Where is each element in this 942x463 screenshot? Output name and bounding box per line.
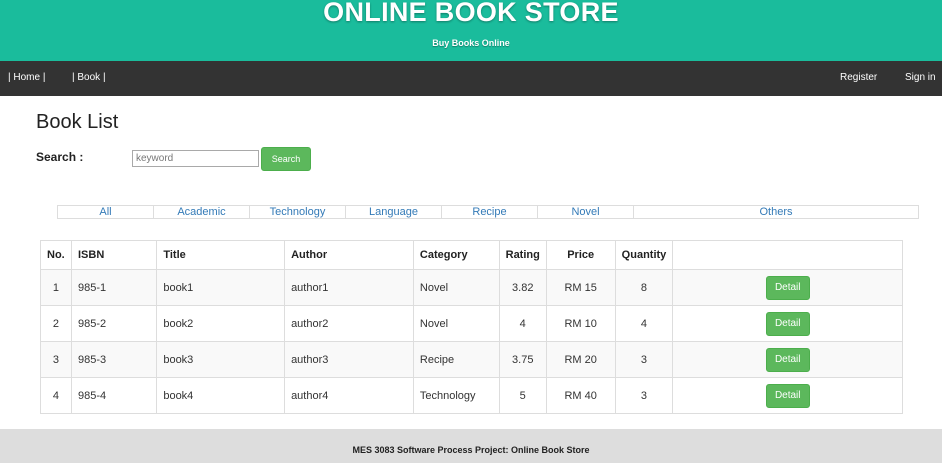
site-title: ONLINE BOOK STORE: [323, 0, 619, 27]
table-row: 1 985-1 book1 author1 Novel 3.82 RM 15 8…: [40, 269, 903, 306]
col-header-quantity: Quantity: [614, 240, 674, 270]
col-header-category: Category: [412, 240, 500, 270]
category-recipe[interactable]: Recipe: [442, 206, 538, 218]
book-table: No. ISBN Title Author Category Rating Pr…: [40, 240, 903, 414]
category-academic[interactable]: Academic: [154, 206, 250, 218]
cell-action: Detail: [672, 305, 903, 342]
cell-no: 3: [40, 341, 72, 378]
cell-isbn: 985-3: [70, 341, 158, 378]
table-header-row: No. ISBN Title Author Category Rating Pr…: [40, 240, 903, 270]
cell-no: 1: [40, 269, 72, 306]
cell-action: Detail: [672, 341, 903, 378]
cell-category: Recipe: [412, 341, 500, 378]
cell-price: RM 40: [545, 377, 616, 414]
cell-quantity: 4: [614, 305, 674, 342]
col-header-title: Title: [156, 240, 286, 270]
nav-register-link[interactable]: Register: [840, 72, 877, 83]
col-header-isbn: ISBN: [70, 240, 158, 270]
table-row: 4 985-4 book4 author4 Technology 5 RM 40…: [40, 377, 903, 414]
cell-category: Novel: [412, 305, 500, 342]
cell-price: RM 20: [545, 341, 616, 378]
cell-isbn: 985-1: [70, 269, 158, 306]
cell-quantity: 3: [614, 377, 674, 414]
category-all[interactable]: All: [58, 206, 154, 218]
cell-category: Technology: [412, 377, 500, 414]
footer-text: MES 3083 Software Process Project: Onlin…: [352, 445, 590, 455]
category-language[interactable]: Language: [346, 206, 442, 218]
cell-author: author2: [284, 305, 414, 342]
cell-quantity: 8: [614, 269, 674, 306]
category-others[interactable]: Others: [634, 206, 918, 218]
cell-author: author1: [284, 269, 414, 306]
cell-no: 2: [40, 305, 72, 342]
navbar: | Home | | Book | Register Sign in: [0, 61, 942, 96]
search-input[interactable]: [132, 150, 259, 167]
cell-isbn: 985-4: [70, 377, 158, 414]
col-header-rating: Rating: [498, 240, 547, 270]
cell-title: book1: [156, 269, 286, 306]
search-button[interactable]: Search: [261, 147, 311, 171]
cell-action: Detail: [672, 269, 903, 306]
col-header-no: No.: [40, 240, 72, 270]
cell-isbn: 985-2: [70, 305, 158, 342]
site-subtitle: Buy Books Online: [432, 38, 510, 48]
detail-button[interactable]: Detail: [765, 383, 810, 408]
col-header-action: [672, 240, 903, 270]
nav-signin-link[interactable]: Sign in: [905, 72, 936, 83]
cell-price: RM 10: [545, 305, 616, 342]
cell-title: book2: [156, 305, 286, 342]
cell-quantity: 3: [614, 341, 674, 378]
cell-category: Novel: [412, 269, 500, 306]
table-row: 3 985-3 book3 author3 Recipe 3.75 RM 20 …: [40, 341, 903, 378]
detail-button[interactable]: Detail: [765, 347, 810, 372]
cell-action: Detail: [672, 377, 903, 414]
search-label: Search :: [36, 150, 84, 164]
cell-title: book3: [156, 341, 286, 378]
cell-rating: 3.75: [498, 341, 547, 378]
cell-rating: 4: [498, 305, 547, 342]
nav-book-link[interactable]: | Book |: [72, 72, 106, 83]
cell-author: author4: [284, 377, 414, 414]
col-header-author: Author: [284, 240, 414, 270]
category-novel[interactable]: Novel: [538, 206, 634, 218]
category-technology[interactable]: Technology: [250, 206, 346, 218]
table-row: 2 985-2 book2 author2 Novel 4 RM 10 4 De…: [40, 305, 903, 342]
cell-no: 4: [40, 377, 72, 414]
cell-rating: 5: [498, 377, 547, 414]
page-title: Book List: [36, 111, 119, 133]
cell-price: RM 15: [545, 269, 616, 306]
cell-title: book4: [156, 377, 286, 414]
cell-author: author3: [284, 341, 414, 378]
nav-home-link[interactable]: | Home |: [8, 72, 45, 83]
cell-rating: 3.82: [498, 269, 547, 306]
footer: MES 3083 Software Process Project: Onlin…: [0, 429, 942, 463]
header-banner: ONLINE BOOK STORE Buy Books Online: [0, 0, 942, 61]
col-header-price: Price: [545, 240, 616, 270]
detail-button[interactable]: Detail: [765, 275, 810, 300]
category-bar: All Academic Technology Language Recipe …: [57, 205, 919, 219]
detail-button[interactable]: Detail: [765, 311, 810, 336]
